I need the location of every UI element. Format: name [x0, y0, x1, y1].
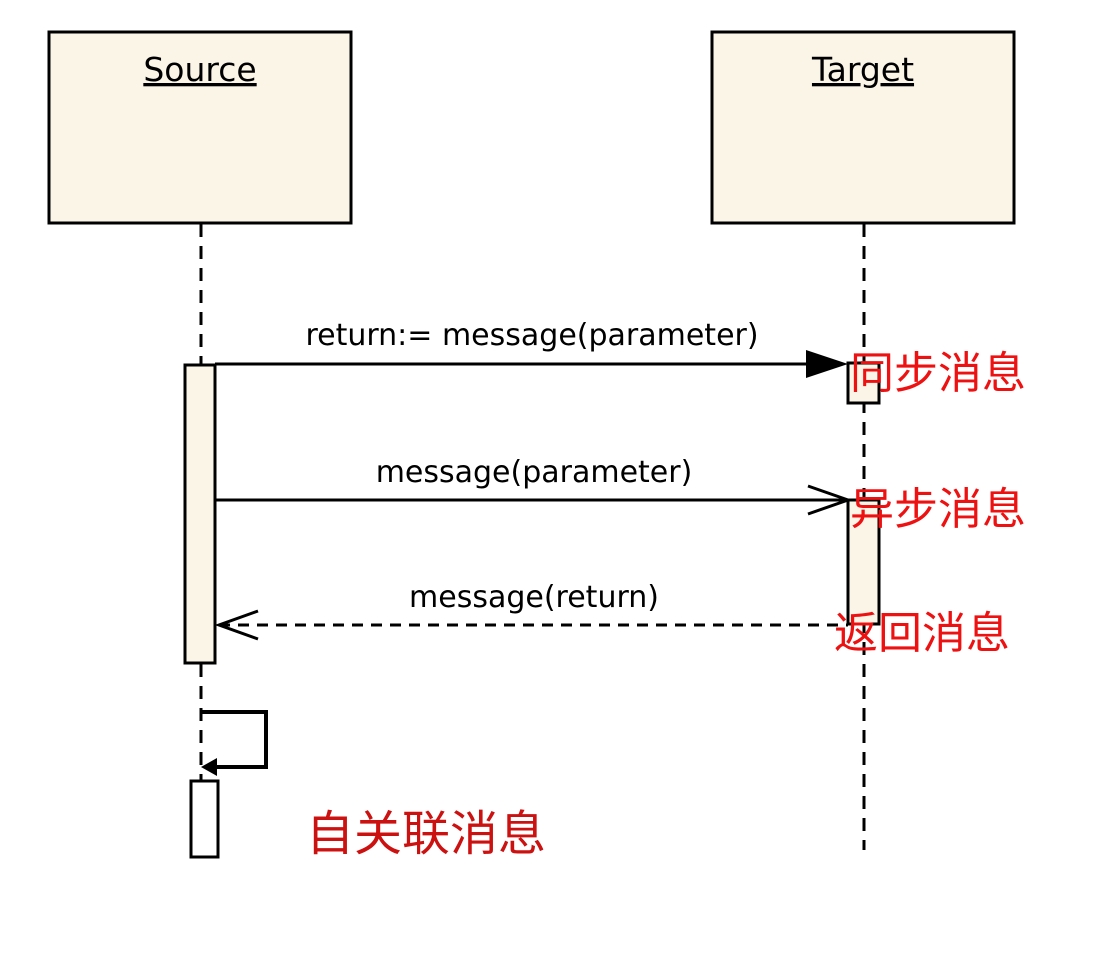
async-message: message(parameter)	[215, 455, 853, 516]
sync-message-label: return:= message(parameter)	[305, 318, 758, 353]
sync-message-note: 同步消息	[850, 348, 1026, 399]
source-activation-bar	[183, 363, 217, 665]
self-activation-bar	[189, 779, 220, 859]
sync-arrowhead-icon	[806, 350, 848, 378]
source-object: Source	[47, 30, 353, 225]
target-object-label: Target	[811, 50, 914, 89]
self-message	[201, 710, 268, 776]
async-message-note: 异步消息	[850, 484, 1026, 535]
target-object: Target	[710, 30, 1016, 225]
sequence-diagram: Source Target return:= message(parameter…	[0, 0, 1116, 974]
reply-message: message(return)	[214, 580, 848, 641]
diagram-canvas: Source Target return:= message(parameter…	[47, 30, 1026, 862]
reply-message-note: 返回消息	[834, 608, 1010, 659]
async-message-label: message(parameter)	[376, 455, 693, 490]
reply-message-label: message(return)	[409, 580, 659, 615]
self-message-line	[201, 710, 268, 769]
self-arrowhead-icon	[201, 758, 217, 776]
source-object-label: Source	[143, 50, 256, 89]
sync-message: return:= message(parameter)	[215, 318, 848, 378]
self-message-note: 自关联消息	[306, 806, 546, 862]
